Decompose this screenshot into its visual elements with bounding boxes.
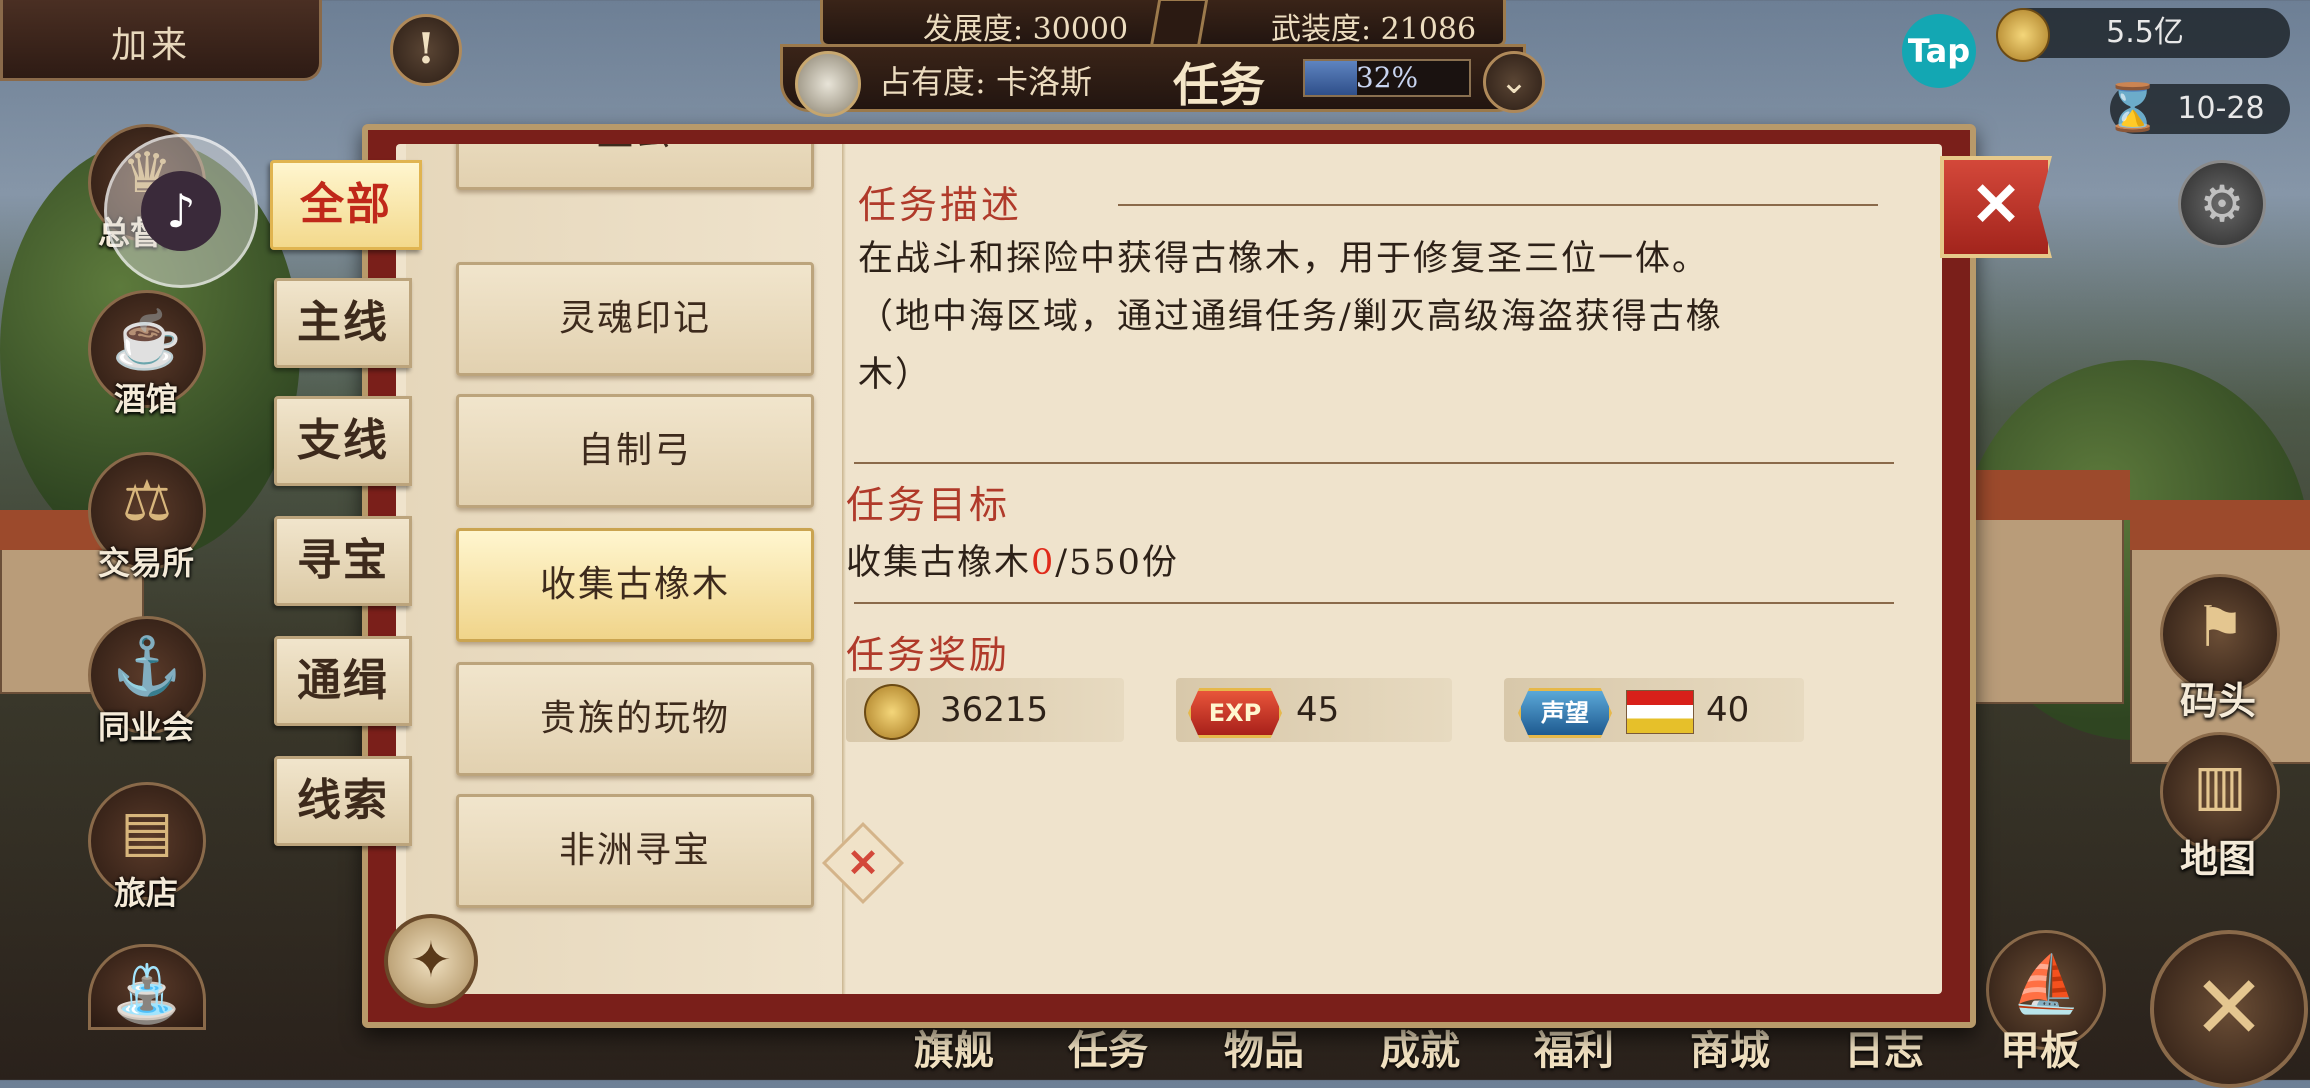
alert-icon[interactable]: ! — [390, 14, 462, 86]
status-banner: 发展度: 30000 武装度: 21086 占有度: 卡洛斯 任务 32% ⌄ — [760, 0, 1550, 117]
divider-line — [854, 462, 1894, 464]
reward-exp: EXP 45 — [1176, 678, 1452, 742]
background-house — [1960, 510, 2124, 704]
reward-exp-value: 45 — [1296, 690, 1340, 730]
dialog-parchment: 盘云 灵魂印记 自制弓 收集古橡木 贵族的玩物 非洲寻宝 ✕ 任务描述 在战斗和… — [396, 144, 1942, 994]
goal-title: 任务目标 — [846, 483, 1011, 527]
tap-button[interactable]: Tap — [1902, 14, 1976, 88]
fountain-icon: ⛲ — [112, 962, 182, 1027]
mission-title: 任务 — [1173, 58, 1265, 112]
stats-bar: 发展度: 30000 武装度: 21086 — [820, 0, 1506, 60]
bed-icon: ▤ — [120, 799, 174, 864]
coin-icon — [864, 684, 920, 740]
goal-current: 0 — [1031, 543, 1056, 583]
reward-coin-value: 36215 — [940, 690, 1049, 730]
kingdom-emblem-icon — [795, 51, 861, 117]
occupancy-progress: 32% — [1303, 59, 1471, 97]
exchange-label: 交易所 — [97, 544, 194, 582]
scales-icon: ⚖ — [121, 469, 173, 534]
quest-list[interactable]: 盘云 灵魂印记 自制弓 收集古橡木 贵族的玩物 非洲寻宝 — [406, 144, 836, 994]
exp-icon: EXP — [1188, 688, 1282, 738]
gear-icon[interactable]: ⚙ — [2178, 160, 2266, 248]
reputation-icon: 声望 — [1518, 688, 1612, 738]
reward-title: 任务奖励 — [846, 633, 1011, 677]
beer-mug-icon: ☕ — [112, 308, 182, 373]
tab-treasure[interactable]: 寻宝 — [274, 516, 412, 606]
flag-icon — [1626, 690, 1694, 734]
floating-assistant[interactable]: ♪ — [104, 134, 258, 288]
ship-icon: ⛵ — [2011, 952, 2081, 1017]
anchor-shield-icon: ⚓ — [112, 634, 182, 699]
city-name-plate[interactable]: 加来 — [0, 0, 322, 81]
occupancy-bar[interactable]: 占有度: 卡洛斯 任务 32% ⌄ — [780, 44, 1545, 117]
compass-icon: ✦ — [384, 914, 478, 1008]
background-roof — [1960, 470, 2130, 520]
tab-all[interactable]: 全部 — [270, 160, 422, 250]
tab-clues[interactable]: 线索 — [274, 756, 412, 846]
tab-side[interactable]: 支线 — [274, 396, 412, 486]
money-display: 5.5亿 — [1996, 8, 2290, 62]
money-value: 5.5亿 — [2106, 15, 2184, 50]
quest-item[interactable]: 盘云 — [456, 144, 814, 190]
fountain-button[interactable]: ⛲ — [88, 944, 206, 1030]
divider-line — [1118, 204, 1878, 206]
dock-label: 码头 — [2179, 678, 2256, 723]
description-title: 任务描述 — [858, 183, 1023, 227]
city-name: 加来 — [111, 25, 192, 66]
quest-item[interactable]: 非洲寻宝 — [456, 794, 814, 908]
close-icon: ✕ — [1970, 170, 2022, 240]
background-roof — [2130, 500, 2310, 550]
quest-item[interactable]: 自制弓 — [456, 394, 814, 508]
tavern-label: 酒馆 — [113, 380, 178, 418]
quest-item-selected[interactable]: 收集古橡木 — [456, 528, 814, 642]
tab-main[interactable]: 主线 — [274, 278, 412, 368]
menu-toggle-icon[interactable]: ✕ — [2150, 930, 2308, 1088]
tab-wanted[interactable]: 通缉 — [274, 636, 412, 726]
quest-item[interactable]: 灵魂印记 — [456, 262, 814, 376]
nav-deck[interactable]: 甲板 — [2000, 1018, 2080, 1076]
progress-text: 32% — [1355, 61, 1419, 94]
inn-label: 旅店 — [113, 874, 178, 912]
goal-text: 收集古橡木0/550份 — [846, 543, 1179, 583]
scroll-map-icon: ▥ — [2193, 753, 2247, 818]
reward-coin: 36215 — [846, 678, 1124, 742]
close-button[interactable]: ✕ — [1940, 156, 2052, 258]
date-display: ⌛ 10-28 — [2104, 80, 2290, 134]
chevron-down-icon[interactable]: ⌄ — [1483, 51, 1545, 113]
music-note-icon: ♪ — [141, 171, 221, 251]
quest-item[interactable]: 贵族的玩物 — [456, 662, 814, 776]
armament-stat: 武装度: 21086 — [1271, 12, 1477, 47]
map-label: 地图 — [2179, 836, 2256, 881]
dock-icon: ⚑ — [2194, 595, 2246, 660]
reward-reputation: 声望 40 — [1504, 678, 1804, 742]
reward-reputation-value: 40 — [1706, 690, 1750, 730]
mission-dialog: 盘云 灵魂印记 自制弓 收集古橡木 贵族的玩物 非洲寻宝 ✕ 任务描述 在战斗和… — [362, 124, 1976, 1028]
close-icon: ✕ — [847, 840, 879, 885]
occupancy-stat: 占有度: 卡洛斯 — [879, 63, 1092, 101]
development-stat: 发展度: 30000 — [923, 12, 1129, 47]
guild-label: 同业会 — [97, 708, 194, 746]
description-text: 在战斗和探险中获得古橡木，用于修复圣三位一体。 （地中海区域，通过通缉任务/剿灭… — [858, 239, 1723, 395]
divider-line — [854, 602, 1894, 604]
date-value: 10-28 — [2177, 91, 2265, 126]
